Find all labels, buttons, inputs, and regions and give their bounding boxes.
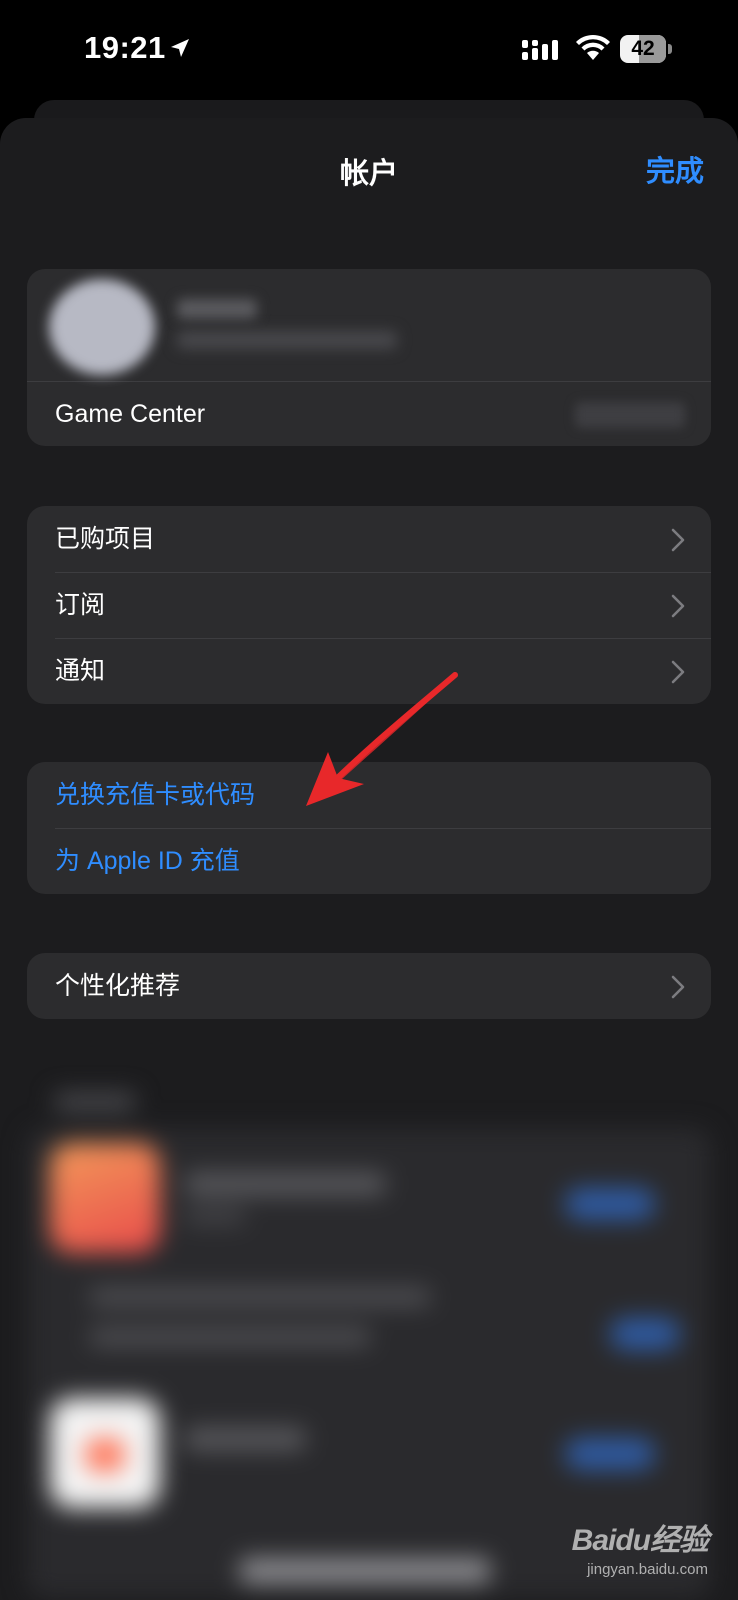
baidu-jingyan-watermark: Baidu经验 jingyan.baidu.com [571, 1515, 709, 1578]
personalization-group: 个性化推荐 [27, 953, 711, 1019]
battery-body: 42 [620, 35, 666, 63]
notifications-row[interactable]: 通知 [27, 638, 711, 704]
blurred-name [177, 299, 257, 319]
funds-group: 兑换充值卡或代码 为 Apple ID 充值 [27, 762, 711, 894]
subscriptions-row[interactable]: 订阅 [27, 572, 711, 638]
chevron-right-icon [671, 594, 685, 618]
battery-nub [668, 44, 672, 54]
account-sheet: 帐户 完成 Game Center 已购项目 订阅 通知 兑换充值卡或代码 为 … [0, 118, 738, 1600]
purchased-row[interactable]: 已购项目 [27, 506, 711, 572]
chevron-right-icon [671, 660, 685, 684]
blurred-release-notes [90, 1288, 430, 1306]
blurred-section-heading [55, 1093, 135, 1111]
status-bar: 19:21 42 [0, 0, 738, 100]
blurred-more-link [610, 1318, 680, 1350]
add-funds-link[interactable]: 为 Apple ID 充值 [55, 828, 240, 894]
profile-row[interactable] [27, 269, 711, 382]
blurred-release-notes [90, 1328, 370, 1346]
done-button[interactable]: 完成 [646, 148, 704, 190]
blurred-game-center-nickname [575, 402, 685, 428]
page-title: 帐户 [339, 158, 398, 190]
chevron-right-icon [671, 528, 685, 552]
chevron-right-icon [671, 975, 685, 999]
game-center-row[interactable]: Game Center [27, 382, 711, 446]
game-center-label: Game Center [55, 400, 206, 428]
wifi-icon [576, 34, 610, 60]
personalized-recommendations-row[interactable]: 个性化推荐 [27, 953, 711, 1019]
blurred-update-button [565, 1438, 655, 1470]
account-menu-group: 已购项目 订阅 通知 [27, 506, 711, 704]
blurred-app-name [185, 1428, 305, 1450]
location-arrow-icon [171, 39, 189, 57]
redeem-gift-card-link[interactable]: 兑换充值卡或代码 [55, 762, 255, 828]
status-time: 19:21 [84, 30, 166, 65]
avatar [49, 279, 155, 375]
battery-level-text: 42 [631, 37, 655, 60]
account-profile-group: Game Center [27, 269, 711, 446]
subscriptions-label: 订阅 [55, 591, 106, 619]
battery-icon: 42 [620, 35, 672, 63]
purchased-label: 已购项目 [55, 525, 156, 553]
cellular-signal-icon [522, 40, 558, 60]
add-funds-row[interactable]: 为 Apple ID 充值 [27, 828, 711, 894]
blurred-app-icon [50, 1143, 160, 1253]
blurred-app-icon-mark [85, 1438, 125, 1472]
watermark-url: jingyan.baidu.com [587, 1561, 708, 1578]
personalized-recommendations-label: 个性化推荐 [55, 972, 181, 1000]
blurred-app-name [185, 1173, 385, 1195]
blurred-email [177, 331, 397, 349]
blurred-update-button [565, 1188, 655, 1220]
watermark-logo: Baidu经验 [571, 1524, 709, 1557]
notifications-label: 通知 [55, 657, 106, 685]
blurred-app-meta [185, 1208, 245, 1224]
redeem-gift-card-row[interactable]: 兑换充值卡或代码 [27, 762, 711, 828]
blurred-text [240, 1558, 490, 1584]
